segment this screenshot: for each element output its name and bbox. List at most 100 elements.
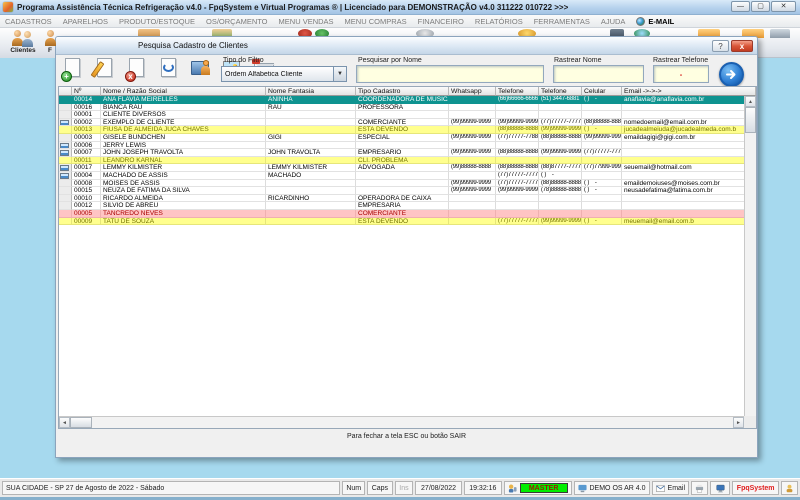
menu-item-ferramentas[interactable]: FERRAMENTAS [534, 17, 590, 26]
filter-combo[interactable]: Ordem Alfabetica Cliente ▼ [221, 66, 347, 82]
table-row[interactable]: 00004 MACHADO DE ASSIS MACHADO (77)77777-77… [59, 171, 756, 180]
close-button[interactable]: ✕ [771, 1, 796, 12]
table-row[interactable]: 00011 LEANDRO KARNAL CLI. PROBLEMA [59, 156, 756, 165]
cell-tel2 [539, 202, 582, 210]
toolbar-monitor-icon[interactable] [770, 29, 790, 38]
cell-nome: NEUZA DE FATIMA DA SILVA [101, 187, 266, 195]
cell-celular: ( ) - [582, 217, 622, 226]
status-monitor-panel[interactable] [710, 481, 731, 495]
status-printer-panel[interactable] [691, 481, 709, 495]
table-row[interactable]: 00017 LEMMY KILMISTER LEMMY KILMISTER ADVOG… [59, 164, 756, 172]
table-row[interactable]: 00014 ANA FLAVIA MEIRELLES ANINHA COORDENAD… [59, 96, 756, 104]
cell-email [622, 141, 756, 150]
menu-item-menu-vendas[interactable]: MENU VENDAS [279, 17, 334, 26]
menu-item-menu-compras[interactable]: MENU COMPRAS [345, 17, 407, 26]
cell-email: emaildemoiuses@moises.com.br [622, 179, 756, 188]
cell-num: 00014 [72, 96, 101, 104]
column-header: Nº [72, 87, 101, 96]
horizontal-scrollbar[interactable]: ◄ ► [59, 416, 744, 428]
minimize-button[interactable]: — [731, 1, 750, 12]
search-name-input[interactable] [356, 65, 544, 83]
cell-nome: JERRY LEWIS [101, 141, 266, 150]
cell-nome: GISELE BUNDCHEN [101, 133, 266, 142]
scroll-up-icon[interactable]: ▲ [745, 96, 756, 107]
table-row[interactable]: 00002 EXEMPLO DE CLIENTE COMERCIANTE (99)99… [59, 118, 756, 127]
cell-email: neusadefatima@fatima.com.br [622, 187, 756, 195]
cell-tipo: ADVOGADA [356, 164, 449, 172]
table-row[interactable]: 00006 JERRY LEWIS [59, 141, 756, 150]
add-record-button[interactable]: + [60, 57, 86, 85]
menu-item-produto-estoque[interactable]: PRODUTO/ESTOQUE [119, 17, 195, 26]
table-row[interactable]: 00015 NEUZA DE FATIMA DA SILVA (99)99999-9… [59, 187, 756, 195]
cell-celular: ( ) - [582, 96, 622, 104]
menu-item-aparelhos[interactable]: APARELHOS [63, 17, 108, 26]
vertical-scrollbar[interactable]: ▲ [744, 96, 756, 416]
cell-tipo [356, 111, 449, 119]
status-email-panel[interactable]: Email [651, 481, 690, 495]
cell-celular: (77)77777-7777 [582, 149, 622, 157]
dialog-close-button[interactable]: x [731, 40, 753, 52]
status-brand-panel: FpqSystem [732, 481, 779, 495]
cell-nome: SILVIO DE ABREU [101, 202, 266, 210]
search-go-button[interactable] [719, 62, 744, 87]
column-header: Celular [582, 87, 622, 96]
hscroll-thumb[interactable] [70, 417, 92, 428]
edit-record-button[interactable] [90, 57, 118, 85]
cell-fantasia [266, 217, 356, 226]
status-user-panel: MASTER [503, 481, 572, 495]
table-row[interactable]: 00009 TATU DE SOUZA ESTA DEVENDO (77)77777-… [59, 217, 756, 226]
cell-num: 00015 [72, 187, 101, 195]
cell-celular: (77)77999-9999 [582, 164, 622, 172]
cell-fantasia: ANINHA [266, 96, 356, 104]
menu-item-cadastros[interactable]: CADASTROS [5, 17, 52, 26]
maximize-button[interactable]: ▢ [751, 1, 770, 12]
cell-nome: LEANDRO KARNAL [101, 156, 266, 165]
cell-tel2: (77)77777-7777 [539, 118, 582, 127]
table-row[interactable]: 00013 FIUSA DE ALMEIDA JUCA CHAVES ESTA DE… [59, 126, 756, 134]
cell-num: 00017 [72, 164, 101, 172]
table-row[interactable]: 00010 RICARDO ALMEIDA RICARDINHO OPERADORA … [59, 194, 756, 203]
clientes-button-label: Clientes [10, 47, 36, 54]
cell-tipo: EMPRESARIA [356, 202, 449, 210]
menu-item-e-mail[interactable]: E-MAIL [636, 16, 674, 26]
table-row[interactable]: 00007 JOHN JOSEPH TRAVOLTA JOHN TRAVOLTA EM… [59, 149, 756, 157]
cell-tel2: (88)87777-7777 [539, 164, 582, 172]
menu-item-relat-rios[interactable]: RELATÓRIOS [475, 17, 523, 26]
menu-item-ajuda[interactable]: AJUDA [601, 17, 626, 26]
scroll-right-icon[interactable]: ► [733, 417, 744, 428]
user-badge-icon [786, 484, 793, 492]
chevron-down-icon[interactable]: ▼ [333, 67, 346, 81]
cell-tipo: PROFESSORA [356, 103, 449, 112]
cell-tel2: (99)99999-9999 [539, 217, 582, 226]
menu-item-financeiro[interactable]: FINANCEIRO [418, 17, 464, 26]
track-phone-label: Rastrear Telefone [653, 57, 709, 64]
dialog-footer-hint: Para fechar a tela ESC ou botão SAIR [346, 433, 467, 440]
row-indicator-cell [59, 217, 72, 226]
delete-record-button[interactable]: x [124, 57, 150, 85]
cell-fantasia [266, 179, 356, 188]
fornecedor-button-partial[interactable]: F [44, 28, 56, 57]
track-name-input[interactable] [553, 65, 644, 83]
scroll-left-icon[interactable]: ◄ [59, 417, 70, 428]
cell-fantasia: LEMMY KILMISTER [266, 164, 356, 172]
table-row[interactable]: 00008 MOISES DE ASSIS (99)99999-9999 (77)77… [59, 179, 756, 188]
table-row[interactable]: 00003 GISELE BUNDCHEN GIGI ESPECIAL (99)9999… [59, 133, 756, 142]
track-phone-input[interactable] [653, 65, 709, 83]
cell-celular [582, 141, 622, 150]
app-logo-icon [3, 2, 13, 12]
table-row[interactable]: 00016 BIANCA RAU RAU PROFESSORA [59, 103, 756, 112]
globe-icon [636, 16, 646, 26]
table-row[interactable]: 00001 CLIENTE DIVERSOS [59, 111, 756, 119]
clientes-button[interactable]: Clientes [2, 28, 44, 57]
cell-whatsapp: (99)88888-8888 [449, 164, 496, 172]
cell-num: 00003 [72, 133, 101, 142]
table-row[interactable]: 00005 TANCREDO NEVES COMERCIANTE [59, 209, 756, 218]
cell-fantasia [266, 111, 356, 119]
vscroll-thumb[interactable] [745, 107, 756, 133]
table-row[interactable]: 00012 SILVIO DE ABREU EMPRESARIA [59, 202, 756, 210]
client-folder-button[interactable] [188, 57, 214, 85]
dialog-help-button[interactable]: ? [712, 40, 729, 52]
menu-item-os-or-amento[interactable]: OS/ORÇAMENTO [206, 17, 268, 26]
report-button[interactable] [156, 57, 182, 85]
cell-num: 00009 [72, 217, 101, 226]
